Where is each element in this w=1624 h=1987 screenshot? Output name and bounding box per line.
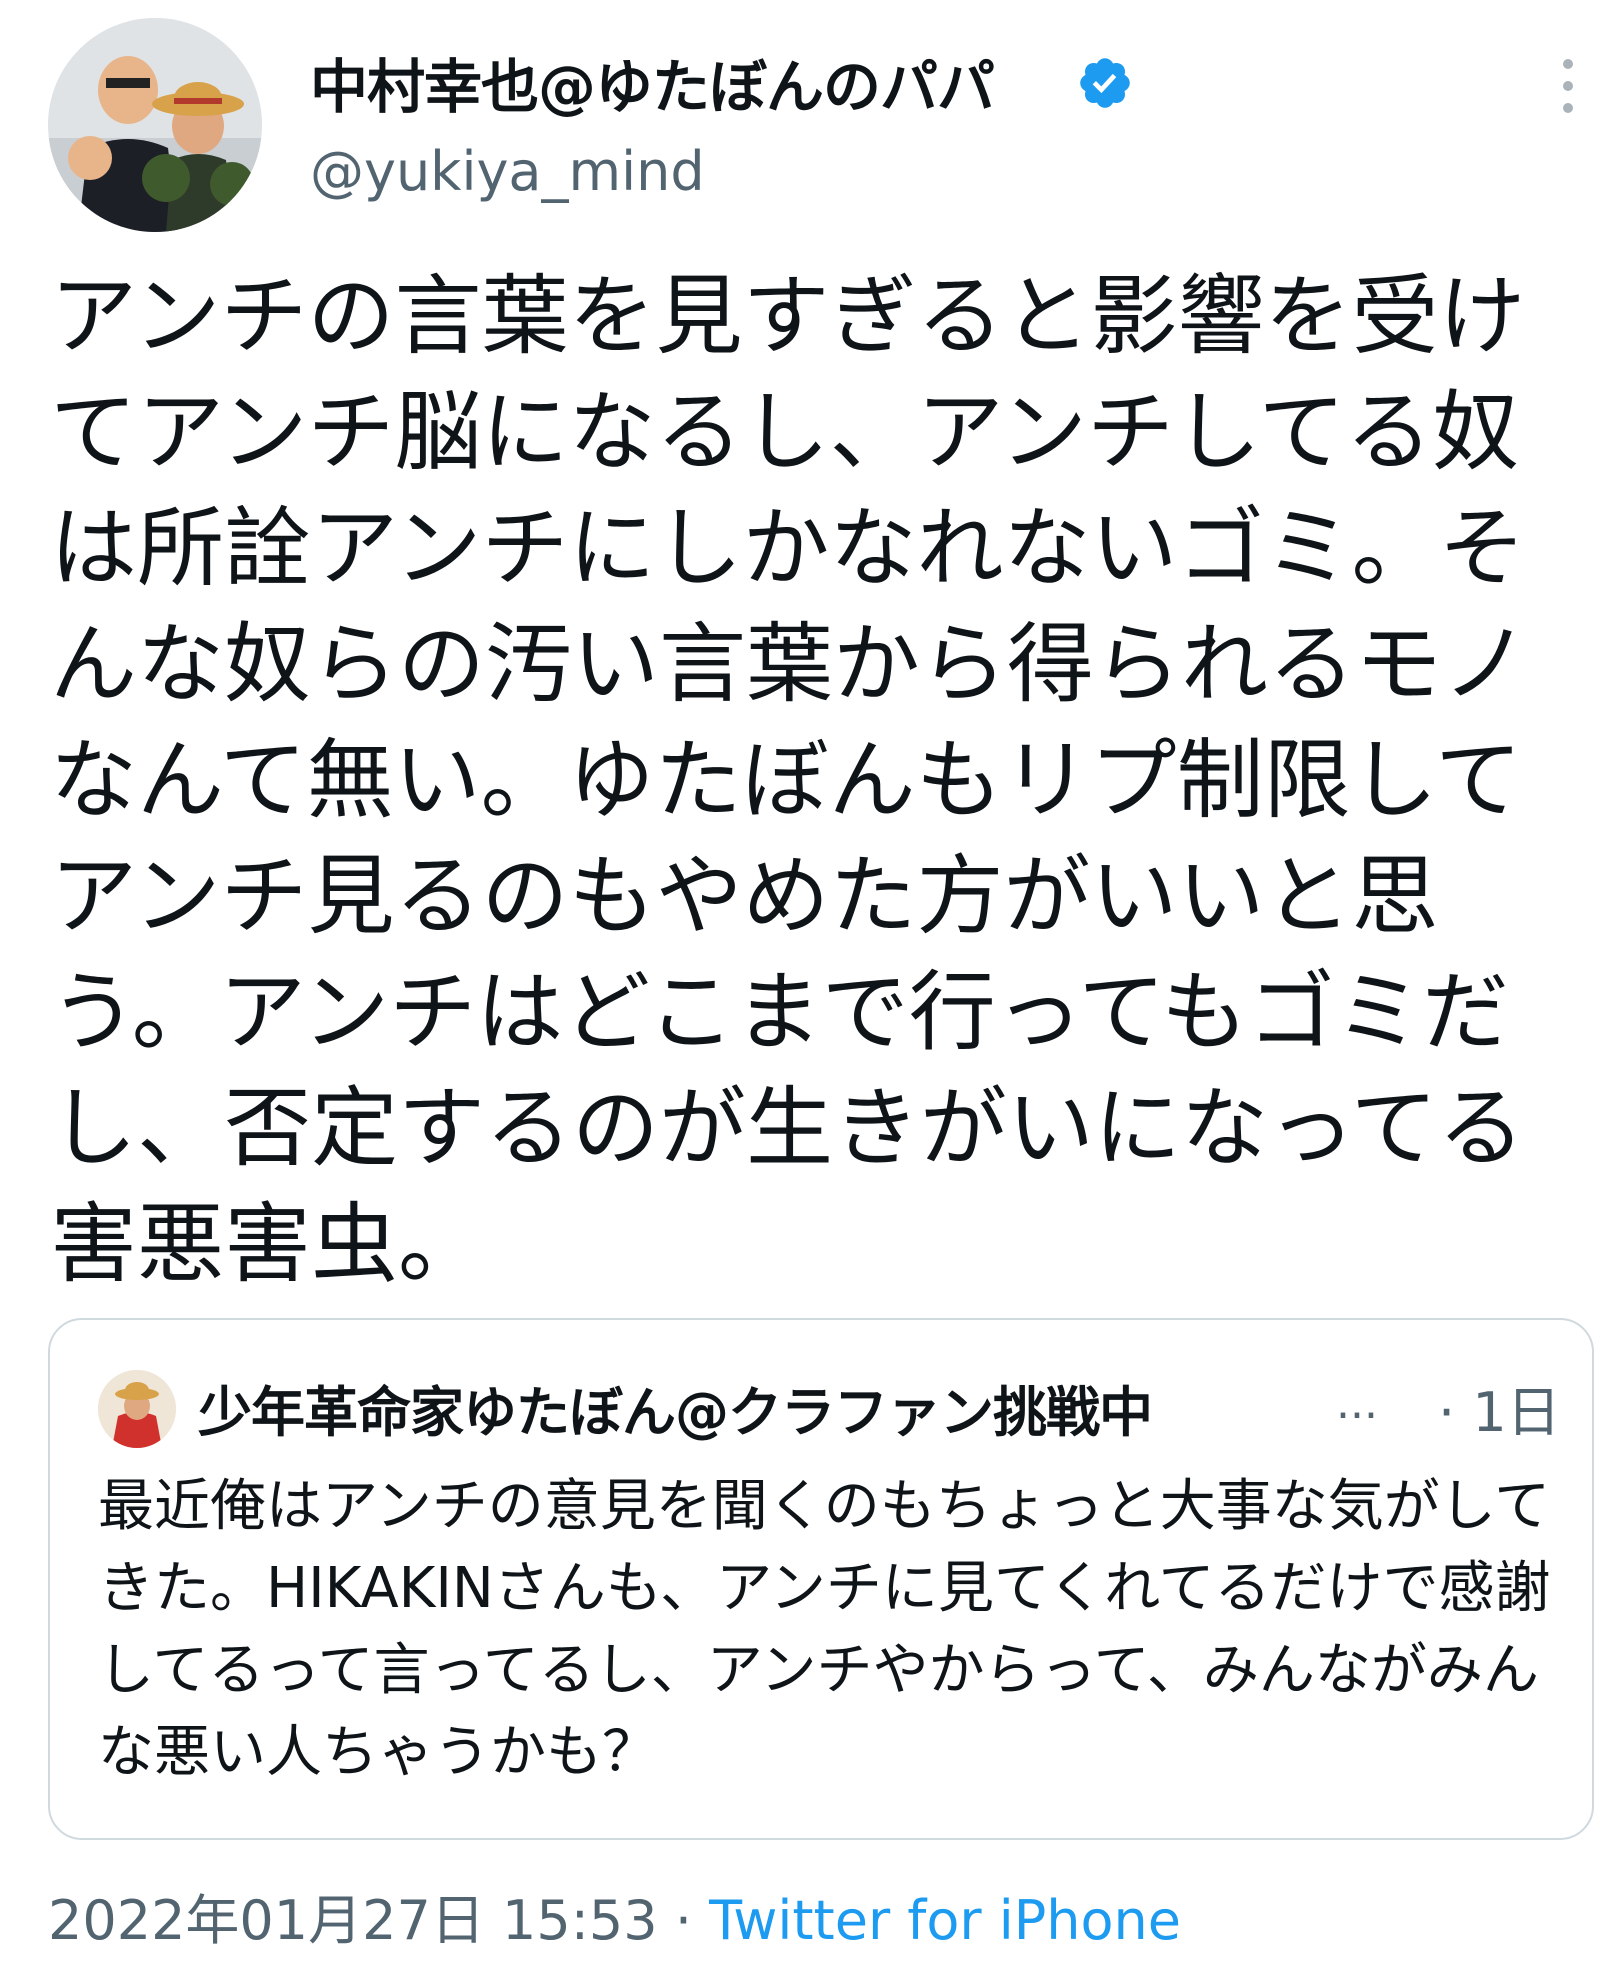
tweet-source[interactable]: Twitter for iPhone bbox=[709, 1889, 1181, 1952]
more-options-icon[interactable] bbox=[1548, 56, 1588, 116]
author-display-name[interactable]: 中村幸也@ゆたぼんのパパ bbox=[310, 40, 995, 124]
tweet-meta: 2022年01月27日 15:53 · Twitter for iPhone bbox=[48, 1876, 1181, 1955]
quoted-tweet-text: 最近俺はアンチの意見を聞くのもちょっと大事な気がしてきた。HIKAKINさんも、… bbox=[98, 1474, 1551, 1785]
quoted-author-avatar[interactable] bbox=[98, 1370, 176, 1448]
avatar-photo-icon bbox=[48, 18, 262, 232]
quoted-tweet[interactable]: 少年革命家ゆたぼん@クラファン挑戦中 ... · 1日 最近俺はアンチの意見を聞… bbox=[48, 1318, 1594, 1840]
quoted-author-name[interactable]: 少年革命家ゆたぼん@クラファン挑戦中 bbox=[198, 1368, 1153, 1447]
quoted-avatar-photo-icon bbox=[98, 1370, 176, 1448]
author-handle[interactable]: @yukiya_mind bbox=[310, 140, 705, 203]
tweet-date[interactable]: 2022年01月27日 15:53 bbox=[48, 1889, 658, 1952]
verified-badge-icon bbox=[1080, 58, 1130, 108]
quoted-timestamp[interactable]: · 1日 bbox=[1438, 1368, 1561, 1447]
quoted-name-ellipsis: ... bbox=[1336, 1378, 1378, 1429]
meta-separator: · bbox=[674, 1889, 692, 1952]
author-avatar[interactable] bbox=[48, 18, 262, 232]
tweet-text: アンチの言葉を見すぎると影響を受けてアンチ脳になるし、アンチしてる奴は所詮アンチ… bbox=[50, 265, 1529, 1295]
tweet-card: 中村幸也@ゆたぼんのパパ @yukiya_mind アンチの言葉を見すぎると影響… bbox=[0, 0, 1624, 1987]
